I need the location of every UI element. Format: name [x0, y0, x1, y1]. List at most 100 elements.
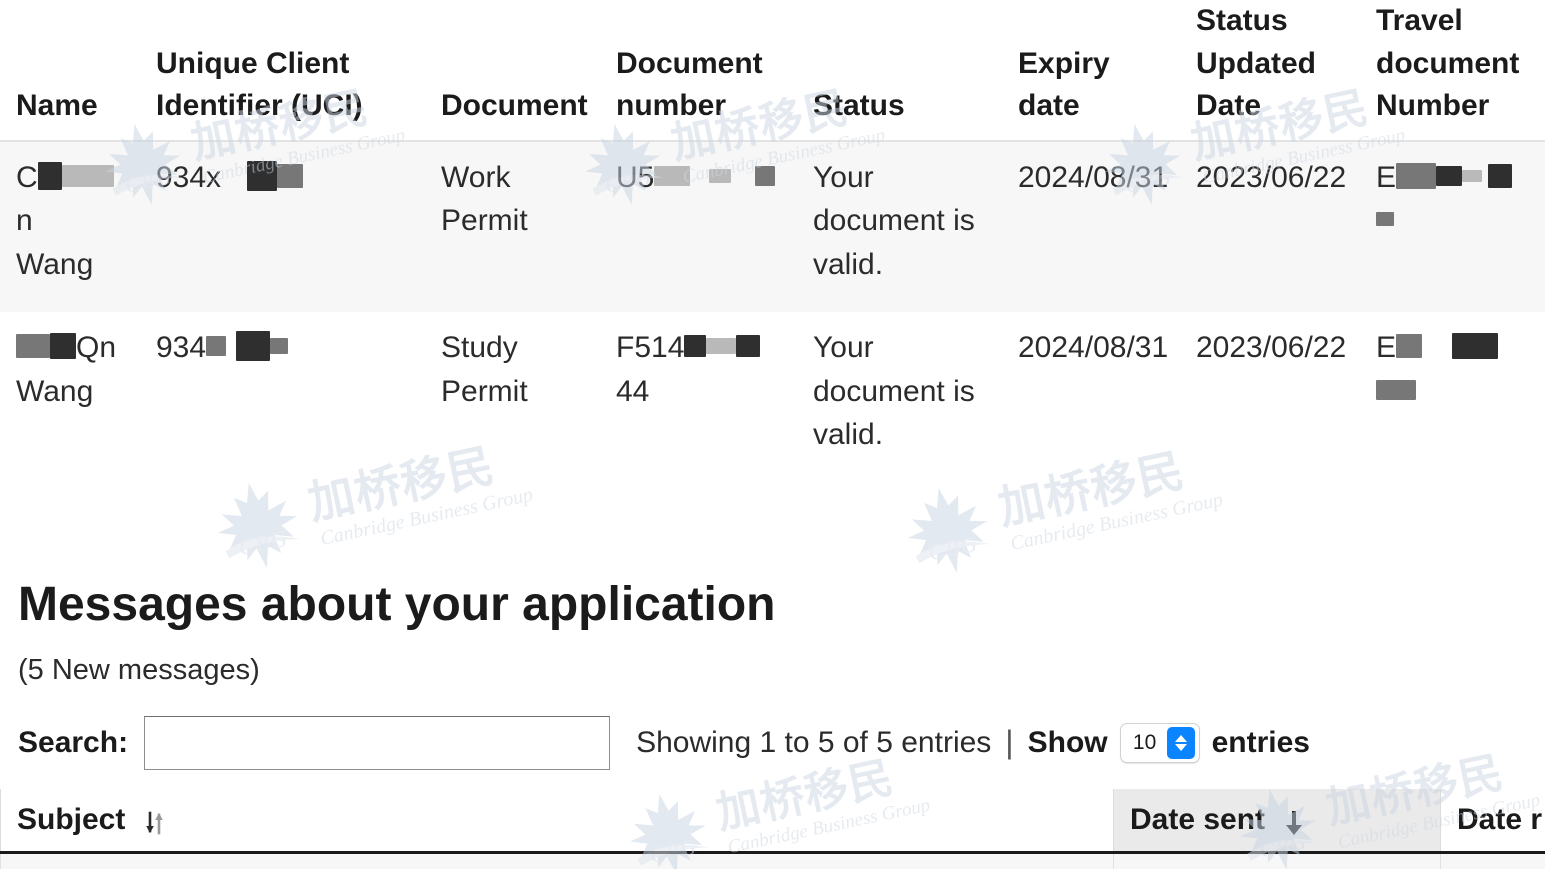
redaction-block [755, 165, 776, 186]
uci-prefix: 934 [156, 331, 207, 365]
column-header-travel-document-number: Travel document Number [1360, 0, 1545, 142]
redaction-block [247, 160, 278, 191]
entries-label: entries [1211, 725, 1310, 759]
cell-status-updated-date: 2023/06/22 [1180, 140, 1360, 313]
redaction-block [1396, 334, 1423, 359]
redaction-block [16, 334, 50, 359]
header-line2: Status [813, 89, 905, 123]
column-header-date-sent[interactable]: Date sent [1113, 788, 1441, 854]
column-header-date-read[interactable]: Date r [1440, 788, 1545, 854]
cell-name: Qn Wang [0, 312, 140, 483]
column-header-uci: Unique Client Identifier (UCI) [140, 0, 425, 142]
redaction-block [736, 335, 761, 358]
redaction-block [1396, 162, 1437, 189]
messages-table: Subject Date sent Date r [0, 788, 1545, 869]
redaction-block [37, 161, 62, 190]
cell-travel-document-number: E [1360, 312, 1545, 483]
redaction-block [708, 168, 731, 183]
header-line1: Document [616, 46, 763, 80]
cell-status: Your document is valid. [797, 312, 1002, 483]
cell-date-sent: June 23, 2023 [1113, 852, 1441, 869]
page-root: Name Unique Client Identifier (UCI) Docu… [0, 0, 1545, 869]
show-label: Show [1027, 725, 1108, 759]
header-line2: Date [1196, 89, 1262, 123]
search-input[interactable] [144, 715, 611, 770]
search-label: Search: [18, 725, 129, 759]
docno-prefix: F514 [616, 331, 685, 365]
redaction-block [270, 338, 289, 355]
column-header-document: Document [425, 0, 600, 142]
column-header-expiry-date: Expiry date [1002, 0, 1180, 142]
header-line2: Document [441, 89, 588, 123]
column-header-name: Name [0, 0, 140, 142]
messages-controls: Search: Showing 1 to 5 of 5 entries | Sh… [0, 715, 1545, 771]
header-line1: Status Updated [1196, 4, 1316, 80]
header-line1: Unique Client [156, 46, 350, 80]
docno-prefix: U5 [616, 160, 655, 194]
header-line2: number [616, 89, 727, 123]
redaction-block [1376, 379, 1416, 400]
cell-uci: 934 [140, 312, 425, 483]
column-header-subject-label: Subject [17, 802, 126, 836]
cell-expiry-date: 2024/08/31 [1002, 140, 1180, 313]
header-line2: date [1018, 89, 1080, 123]
redaction-block [1452, 333, 1499, 360]
table-row: Qn Wang 934 Study Permit F514 44 Your doc… [0, 312, 1545, 483]
sort-descending-icon[interactable] [1281, 805, 1307, 839]
redaction-block [50, 333, 76, 360]
redaction-block [236, 331, 271, 362]
redaction-block [684, 335, 707, 358]
travel-prefix: E [1376, 160, 1397, 194]
separator: | [1005, 724, 1014, 761]
header-line2: Number [1376, 89, 1490, 123]
documents-table-header-row: Name Unique Client Identifier (UCI) Docu… [0, 0, 1545, 142]
travel-prefix: E [1376, 331, 1397, 365]
header-line2: Name [16, 89, 98, 123]
table-row: Cn Wang 934x Work Permit U5 Your documen… [0, 140, 1545, 313]
cell-subject: In Canada Approval Letter [0, 852, 1114, 869]
cell-travel-document-number: E [1360, 140, 1545, 313]
name-prefix: Q [76, 331, 100, 365]
page-size-value: 10 [1132, 730, 1157, 754]
column-header-date-sent-label: Date sent [1130, 802, 1266, 836]
redaction-block [1488, 163, 1513, 188]
header-line2: Identifier (UCI) [156, 89, 363, 123]
table-row: In Canada Approval Letter June 23, 2023 … [0, 852, 1545, 869]
cell-date-read: New M [1440, 852, 1545, 869]
cell-document: Study Permit [425, 312, 600, 483]
redaction-block [277, 163, 304, 188]
page-title: Messages about your application [18, 577, 776, 631]
column-header-status: Status [797, 0, 1002, 142]
column-header-subject[interactable]: Subject [0, 788, 1114, 854]
header-line1: Expiry [1018, 46, 1110, 80]
redaction-block [654, 165, 691, 186]
redaction-block [61, 164, 114, 187]
cell-document-number: U5 [600, 140, 797, 313]
name-line2: Wang [16, 247, 94, 281]
column-header-status-updated-date: Status Updated Date [1180, 0, 1360, 142]
message-subject-link[interactable]: In Canada Approval Letter [17, 866, 366, 869]
name-prefix: C [16, 160, 38, 194]
header-line1: Travel document [1376, 4, 1520, 80]
new-messages-count: (5 New messages) [18, 653, 260, 686]
docno-suffix: 44 [616, 374, 650, 408]
chevron-updown-icon[interactable] [1166, 726, 1195, 759]
cell-status: Your document is valid. [797, 140, 1002, 313]
cell-name: Cn Wang [0, 140, 140, 313]
redaction-block [1376, 212, 1394, 227]
name-line2: Wang [16, 374, 94, 408]
redaction-block [1436, 165, 1463, 186]
cell-status-updated-date: 2023/06/22 [1180, 312, 1360, 483]
sort-toggle-icon[interactable] [142, 805, 172, 839]
uci-prefix: 934x [156, 160, 222, 194]
page-size-select[interactable]: 10 [1119, 722, 1200, 763]
redaction-block [1462, 169, 1483, 182]
messages-table-header-row: Subject Date sent Date r [0, 788, 1545, 854]
cell-expiry-date: 2024/08/31 [1002, 312, 1180, 483]
cell-document-number: F514 44 [600, 312, 797, 483]
redaction-block [206, 336, 227, 357]
name-suffix: n [99, 331, 117, 365]
redaction-block [706, 338, 737, 355]
name-suffix: n [16, 204, 33, 238]
showing-entries-text: Showing 1 to 5 of 5 entries [636, 725, 992, 759]
